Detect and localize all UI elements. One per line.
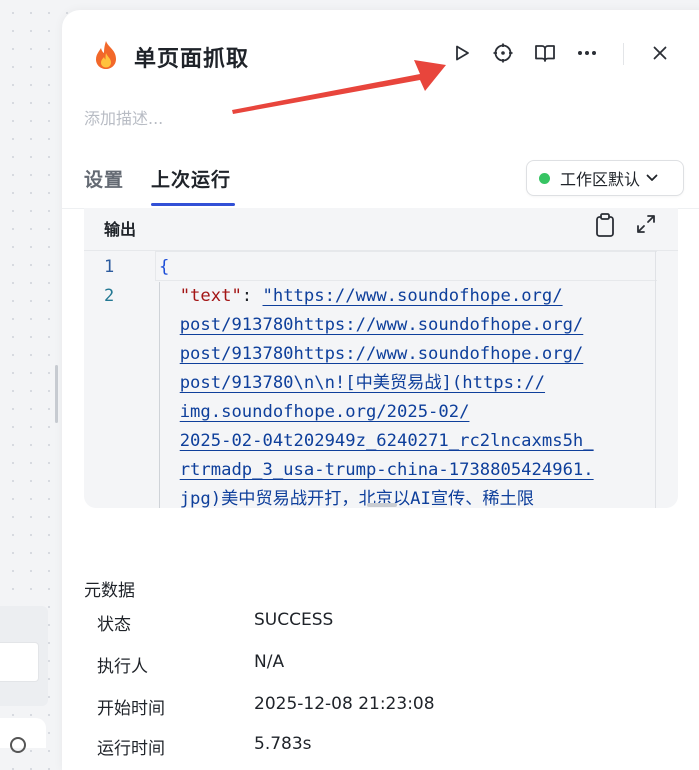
meta-value-duration: 5.783s [254,734,312,754]
json-open-brace: { [159,257,170,277]
locate-button[interactable] [490,40,516,66]
meta-label-start-time: 开始时间 [97,699,165,719]
expand-icon[interactable] [635,213,657,235]
target-icon [493,43,513,63]
header-divider [623,43,624,65]
node-detail-panel: 单页面抓取 添加描述... 设置 上次运行 工作区默认 输出 1 2 {"te… [62,10,699,770]
status-dot [539,172,550,184]
json-colon: : [241,286,263,306]
horizontal-scrollbar[interactable] [367,503,397,507]
close-icon [653,46,667,60]
tab-settings[interactable]: 设置 [84,165,124,192]
meta-label-executor: 执行人 [97,657,148,677]
meta-value-executor: N/A [254,652,285,672]
output-title: 输出 [104,220,137,239]
active-tab-indicator [151,203,235,206]
json-string-line: post/913780\n\n![中美贸易战](https:// [179,373,546,393]
close-button[interactable] [647,40,673,66]
json-string-line: jpg)美中贸易战开打，北京以AI宣传、稀土限 [179,489,534,508]
line-number: 1 [104,257,115,277]
more-icon [578,51,596,55]
line-number-gutter: 1 2 [104,253,134,311]
docs-button[interactable] [532,40,558,66]
json-key: "text" [179,286,242,306]
description-input[interactable]: 添加描述... [84,105,163,129]
line-number: 2 [104,286,115,306]
json-string-line: "https://www.soundofhope.org/ [262,286,563,306]
output-section: 输出 1 2 { "text": "https://www.soundofhop… [84,208,678,508]
json-string-line: 2025-02-04t202949z_6240271_rc2lncaxms5h_ [179,431,594,451]
meta-value-status: SUCCESS [254,610,334,630]
json-string-line: post/913780https://www.soundofhope.org/ [179,344,584,364]
indent-guide [159,282,160,508]
json-string-line: img.soundofhope.org/2025-02/ [179,402,470,422]
code-editor[interactable]: { "text": "https://www.soundofhope.org/ … [159,253,659,508]
meta-label-status: 状态 [97,615,131,635]
chevron-down-icon [646,174,658,181]
canvas-node-input[interactable] [0,642,39,682]
metadata-title: 元数据 [84,581,135,601]
panel-resize-handle[interactable] [55,365,58,423]
tab-last-run[interactable]: 上次运行 [151,165,231,192]
run-button[interactable] [449,40,475,66]
copy-icon[interactable] [594,212,616,238]
flame-icon [96,41,116,69]
canvas-tool-icon[interactable] [10,737,26,753]
node-title[interactable]: 单页面抓取 [134,41,249,73]
play-icon [456,45,469,61]
json-string-line: rtrmadp_3_usa-trump-china-1738805424961. [179,460,594,480]
meta-value-start-time: 2025-12-08 21:23:08 [254,694,435,714]
book-icon [535,45,555,62]
workspace-selector[interactable]: 工作区默认 [526,160,684,196]
meta-label-duration: 运行时间 [97,739,165,759]
workspace-label: 工作区默认 [560,170,641,189]
json-string-line: post/913780https://www.soundofhope.org/ [179,315,584,335]
more-button[interactable] [574,40,600,66]
